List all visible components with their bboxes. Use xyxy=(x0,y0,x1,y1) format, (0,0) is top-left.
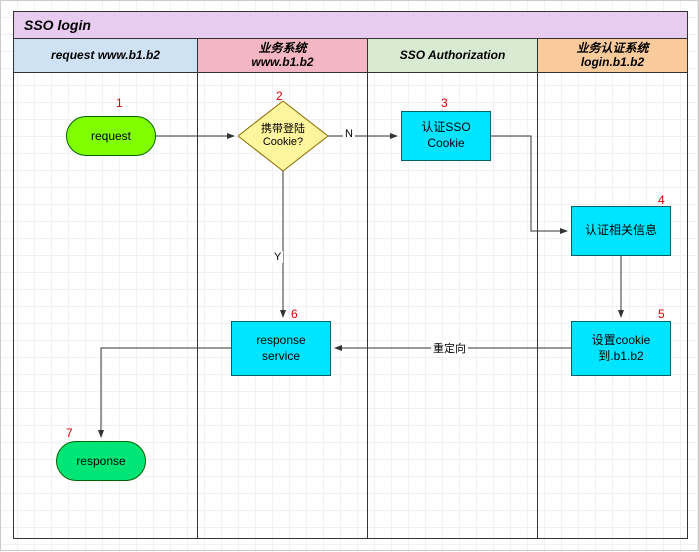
node-label: request xyxy=(91,129,131,143)
node-response: response xyxy=(56,441,146,481)
edge-label-redirect: 重定向 xyxy=(431,340,468,356)
lane-header: 业务认证系统 login.b1.b2 xyxy=(538,39,687,73)
node-request: request xyxy=(66,116,156,156)
lane-header: request www.b1.b2 xyxy=(14,39,197,73)
node-cookie-decision: 携带登陆 Cookie? xyxy=(238,101,328,171)
node-label: 携带登陆 Cookie? xyxy=(238,101,328,171)
edge-label-y: Y xyxy=(272,251,283,263)
node-label: 认证相关信息 xyxy=(585,223,657,239)
step-number: 6 xyxy=(291,307,298,321)
lane-header: SSO Authorization xyxy=(368,39,537,73)
node-label: 设置cookie 到.b1.b2 xyxy=(592,333,651,364)
node-label: 认证SSO Cookie xyxy=(421,120,470,151)
node-set-cookie: 设置cookie 到.b1.b2 xyxy=(571,321,671,376)
node-auth-info: 认证相关信息 xyxy=(571,206,671,256)
node-response-service: response service xyxy=(231,321,331,376)
diagram-title: SSO login xyxy=(13,11,688,39)
lane-auth-system: 业务认证系统 login.b1.b2 xyxy=(538,39,688,539)
step-number: 7 xyxy=(66,426,73,440)
step-number: 3 xyxy=(441,96,448,110)
step-number: 5 xyxy=(658,307,665,321)
node-sso-cookie: 认证SSO Cookie xyxy=(401,111,491,161)
step-number: 4 xyxy=(658,193,665,207)
edge-label-n: N xyxy=(343,128,355,140)
node-label: response xyxy=(76,454,125,468)
node-label: response service xyxy=(256,333,305,364)
step-number: 2 xyxy=(276,89,283,103)
lane-header: 业务系统 www.b1.b2 xyxy=(198,39,367,73)
step-number: 1 xyxy=(116,96,123,110)
